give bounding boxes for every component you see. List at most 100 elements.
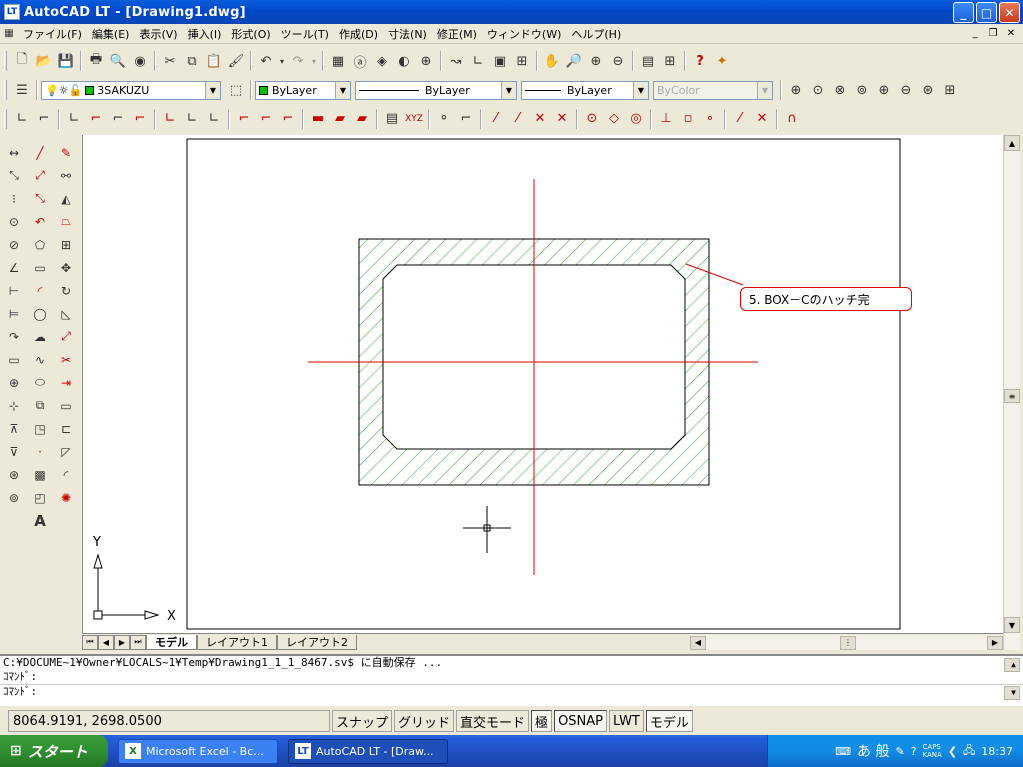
dim-continue-icon[interactable]: ↷	[3, 325, 25, 348]
match-properties-icon[interactable]: 🖌	[225, 50, 247, 72]
spline-icon[interactable]: ∿	[29, 348, 51, 371]
copy-object-icon[interactable]: ⚯	[55, 164, 77, 187]
redo-icon[interactable]: ↷	[287, 50, 309, 72]
doc-restore-icon[interactable]: ❐	[985, 26, 1001, 40]
minimize-button[interactable]: _	[953, 2, 974, 23]
dim-update-icon[interactable]: ▰	[329, 108, 351, 130]
mirror-icon[interactable]: ◭	[55, 187, 77, 210]
scroll-thumb[interactable]: ≡	[1004, 389, 1020, 403]
open-icon[interactable]: 📂	[33, 50, 55, 72]
save-icon[interactable]: 💾	[55, 50, 77, 72]
h-scroll-thumb[interactable]: ⋮	[840, 635, 856, 650]
osnap-node-icon[interactable]: ∘	[699, 108, 721, 130]
tool-palettes-icon[interactable]: ◈	[371, 50, 393, 72]
ortho-toggle[interactable]: 直交モード	[456, 710, 530, 732]
chamfer-icon[interactable]: ◸	[55, 440, 77, 463]
prev-tab-icon[interactable]: ◀	[98, 634, 114, 650]
zoom-center-icon[interactable]: ⊚	[851, 79, 873, 101]
color-combo[interactable]: ByLayer ▼	[255, 80, 351, 100]
menu-tools[interactable]: ツール(T)	[276, 26, 334, 42]
extend-icon[interactable]: ⇥	[55, 371, 77, 394]
stretch-icon[interactable]: ⤢	[55, 325, 77, 348]
drawing-area[interactable]: 5. BOX－Cのハッチ完 Y X	[82, 135, 1003, 633]
print-preview-icon[interactable]: 🔍	[107, 50, 129, 72]
dim-xyz-icon[interactable]: XYZ	[403, 108, 425, 130]
center-mark-icon[interactable]: ⊹	[3, 394, 25, 417]
3d-orbit-icon[interactable]: ▣	[489, 50, 511, 72]
osnap-tracking-icon[interactable]: ⚬	[433, 108, 455, 130]
markup-icon[interactable]: ⊕	[415, 50, 437, 72]
erase-icon[interactable]: ✎	[55, 141, 77, 164]
dim-angular-icon[interactable]: ∠	[3, 256, 25, 279]
dim-aligned-icon[interactable]: ⌐	[255, 108, 277, 130]
coordinate-display[interactable]: 8064.9191, 2698.0500	[8, 710, 330, 732]
tolerance-icon[interactable]: ⊕	[3, 371, 25, 394]
offset-icon[interactable]: ⏢	[55, 210, 77, 233]
tab-layout2[interactable]: レイアウト2	[277, 634, 357, 650]
vertical-scrollbar[interactable]: ▲ ≡ ▼	[1003, 135, 1020, 650]
ucs-z-icon[interactable]: ∟	[203, 108, 225, 130]
osnap-center-icon[interactable]: ⊙	[581, 108, 603, 130]
menu-view[interactable]: 表示(V)	[134, 26, 182, 42]
help-icon[interactable]: ?	[911, 745, 917, 758]
construction-line-icon[interactable]: ⤢	[29, 164, 51, 187]
point-icon[interactable]: ·	[29, 440, 51, 463]
command-scrollbar[interactable]: ▲ ▼	[1001, 658, 1020, 700]
new-icon[interactable]: 🗋	[11, 50, 33, 72]
menu-help[interactable]: ヘルプ(H)	[566, 26, 626, 42]
undo-icon[interactable]: ↶	[255, 50, 277, 72]
snap-toggle[interactable]: スナップ	[332, 710, 393, 732]
task-autocad[interactable]: LT AutoCAD LT - [Draw...	[288, 738, 448, 764]
table-icon[interactable]: ⊞	[659, 50, 681, 72]
horizontal-scrollbar[interactable]: ◀ ⋮ ▶	[690, 635, 1003, 650]
explode-icon[interactable]: ✺	[55, 486, 77, 509]
make-block-icon[interactable]: ◳	[29, 417, 51, 440]
osnap-tangent-icon[interactable]: ◎	[625, 108, 647, 130]
polygon-undo-icon[interactable]: ↶	[29, 210, 51, 233]
break-at-point-icon[interactable]: ▭	[55, 394, 77, 417]
zoom-extents-icon[interactable]: ⊞	[939, 79, 961, 101]
ime-mode[interactable]: あ 般	[857, 741, 889, 761]
rectangle-icon[interactable]: ▭	[29, 256, 51, 279]
dim-update-icon[interactable]: ⊛	[3, 463, 25, 486]
redo-dropdown-icon[interactable]: ▾	[309, 50, 319, 72]
line-icon[interactable]: ╱	[29, 141, 51, 164]
multiline-text-icon[interactable]: A	[29, 509, 51, 532]
menu-draw[interactable]: 作成(D)	[334, 26, 383, 42]
fillet-icon[interactable]: ◜	[55, 463, 77, 486]
ucs-zaxis-icon[interactable]: ⌐	[85, 108, 107, 130]
zoom-previous-icon[interactable]: ⊖	[607, 50, 629, 72]
insert-block-icon[interactable]: ⧉	[29, 394, 51, 417]
doc-close-icon[interactable]: ✕	[1003, 26, 1019, 40]
scroll-up-icon[interactable]: ▲	[1004, 658, 1020, 672]
circle-icon[interactable]: ◯	[29, 302, 51, 325]
osnap-quadrant-icon[interactable]: ◇	[603, 108, 625, 130]
ellipse-icon[interactable]: ⬭	[29, 371, 51, 394]
dim-aligned-icon[interactable]: ⤡	[3, 164, 25, 187]
dim-baseline-icon[interactable]: ⊨	[3, 302, 25, 325]
zoom-out-icon[interactable]: ⊖	[895, 79, 917, 101]
menu-edit[interactable]: 編集(E)	[87, 26, 135, 42]
make-current-layer-icon[interactable]: ⬚	[225, 79, 247, 101]
zoom-dynamic-icon[interactable]: ⊙	[807, 79, 829, 101]
tab-model[interactable]: モデル	[146, 634, 197, 650]
quick-leader-icon[interactable]: ▭	[3, 348, 25, 371]
tray-expand-icon[interactable]: ❮	[948, 745, 957, 758]
trim-icon[interactable]: ✂	[55, 348, 77, 371]
layer-manager-icon[interactable]: ☰	[11, 79, 33, 101]
scroll-down-icon[interactable]: ▼	[1004, 686, 1020, 700]
osnap-insert-icon[interactable]: ▫	[677, 108, 699, 130]
ucs-icon[interactable]: ∟	[467, 50, 489, 72]
copy-icon[interactable]: ⧉	[181, 50, 203, 72]
menu-file[interactable]: ファイル(F)	[18, 26, 87, 42]
dim-radius-icon[interactable]: ⊙	[3, 210, 25, 233]
paste-icon[interactable]: 📋	[203, 50, 225, 72]
maximize-button[interactable]: □	[976, 2, 997, 23]
rotate-icon[interactable]: ↻	[55, 279, 77, 302]
region-icon[interactable]: ◰	[29, 486, 51, 509]
ucs-object-icon[interactable]: ⌐	[129, 108, 151, 130]
ucs-3point-icon[interactable]: ⌐	[107, 108, 129, 130]
break-icon[interactable]: ⊏	[55, 417, 77, 440]
ime-tools-icon[interactable]: ✎	[895, 745, 904, 758]
zoom-scale-icon[interactable]: ⊗	[829, 79, 851, 101]
